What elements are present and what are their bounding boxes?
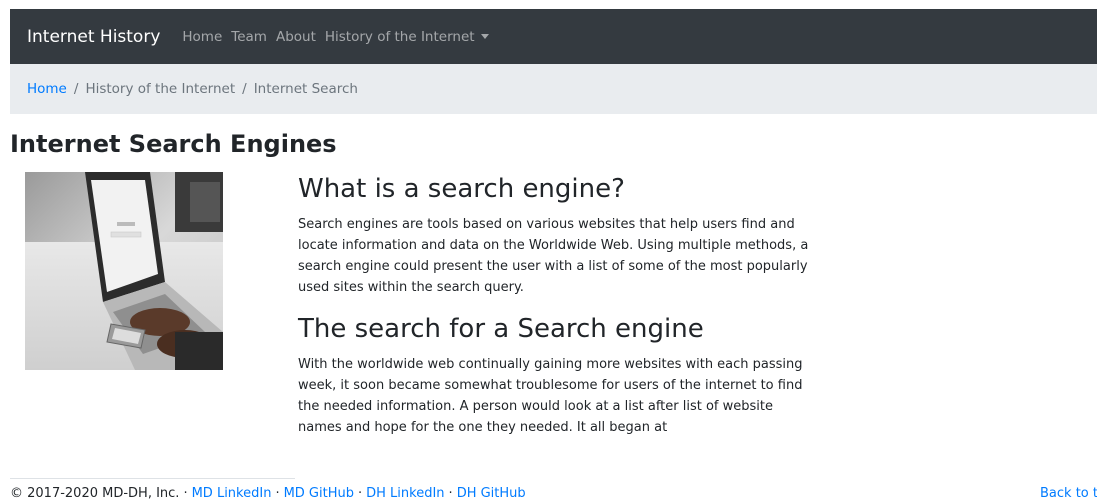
breadcrumb-home[interactable]: Home	[27, 81, 67, 97]
footer-divider	[10, 478, 295, 479]
footer-link-dh-github[interactable]: DH GitHub	[457, 486, 526, 501]
section-heading-what-is: What is a search engine?	[298, 174, 625, 204]
caret-down-icon	[480, 34, 489, 39]
footer-separator: ·	[358, 486, 363, 501]
nav-dropdown-history-label: History of the Internet	[324, 28, 475, 45]
footer: © 2017-2020 MD-DH, Inc. · MD LinkedIn · MD G…	[10, 486, 526, 501]
breadcrumb-history: History of the Internet	[85, 81, 236, 97]
top-navbar: Internet History Home Team About History…	[10, 9, 1097, 64]
laptop-photo-illustration	[25, 172, 223, 370]
section-text-what-is: Search engines are tools based on variou…	[298, 217, 809, 295]
laptop-search-photo	[25, 172, 223, 370]
main-content: What is a search engine? Search engines …	[298, 172, 818, 452]
footer-separator: ·	[275, 486, 280, 501]
breadcrumb: Home / History of the Internet / Interne…	[10, 64, 1097, 114]
footer-link-md-github[interactable]: MD GitHub	[284, 486, 354, 501]
breadcrumb-separator: /	[242, 81, 247, 97]
page-title: Internet Search Engines	[10, 130, 337, 158]
nav-dropdown-history[interactable]: History of the Internet	[325, 29, 489, 45]
footer-copyright: © 2017-2020 MD-DH, Inc.	[10, 486, 180, 501]
nav-link-team[interactable]: Team	[231, 29, 267, 45]
breadcrumb-separator: /	[73, 81, 79, 97]
footer-separator: ·	[448, 486, 453, 501]
section-text-search-for: With the worldwide web continually gaini…	[298, 357, 803, 435]
footer-link-md-linkedin[interactable]: MD LinkedIn	[192, 486, 272, 501]
nav-link-about[interactable]: About	[276, 29, 316, 45]
breadcrumb-current: Internet Search	[253, 81, 358, 97]
footer-link-dh-linkedin[interactable]: DH LinkedIn	[366, 486, 444, 501]
footer-separator: ·	[183, 486, 188, 501]
back-to-top-link[interactable]: Back to to	[1040, 486, 1097, 501]
section-heading-search-for: The search for a Search engine	[298, 314, 704, 344]
navbar-brand[interactable]: Internet History	[27, 27, 160, 47]
nav-link-home[interactable]: Home	[182, 29, 222, 45]
